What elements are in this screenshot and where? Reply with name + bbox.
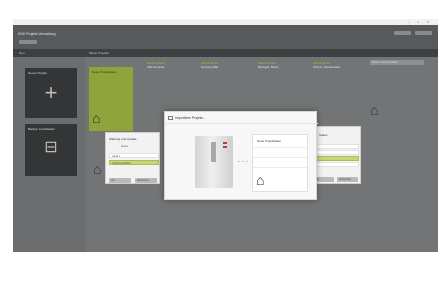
project-search-input[interactable]: Suchen nach Projekten xyxy=(370,60,424,65)
project-label: Bürogeb. Berlin xyxy=(258,65,279,69)
project-label: Neue Projektdatei xyxy=(92,70,116,74)
project-card-selected[interactable]: Neue Projektdatei ⌂ xyxy=(89,67,133,131)
maintenance-dialog: Wartung und Update Status Gerät 1 Gerät … xyxy=(105,132,160,184)
target-project-panel[interactable]: Neue Projektdatei ⌂ xyxy=(252,134,309,192)
section-new-label: Neu xyxy=(19,51,25,55)
list-item-selected[interactable] xyxy=(313,156,359,161)
list-item[interactable] xyxy=(313,150,359,155)
house-icon: ⌂ xyxy=(93,161,102,177)
maximize-icon[interactable]: □ xyxy=(417,20,419,24)
close-icon[interactable]: ✕ xyxy=(427,20,430,24)
project-card[interactable]: Aktuelle Version Bürogeb. Berlin xyxy=(258,62,302,96)
house-icon: ⌂ xyxy=(370,102,379,118)
dialog-title: Status xyxy=(319,133,328,137)
import-project-dialog: Importiere Projekt... · · · → Neue Proje… xyxy=(164,111,318,200)
house-icon: ⌂ xyxy=(92,110,101,126)
project-card[interactable]: Aktuelle Version Villa Zentrale xyxy=(147,62,191,96)
project-card[interactable]: Aktuelle Version Heizung Bäd xyxy=(201,62,245,96)
list-item[interactable]: Gerät 1 xyxy=(109,153,159,158)
list-item-selected[interactable]: Gerät auswählen xyxy=(109,160,159,165)
dialog-subtitle: Status xyxy=(121,145,129,148)
project-label: Heizung Bäd xyxy=(201,65,219,69)
section-bar: Neu Meine Projekte xyxy=(13,49,438,57)
tile-label: Neues Projekt xyxy=(28,71,47,75)
search-placeholder: Suchen nach Projekten xyxy=(372,61,398,64)
project-label: Wohnh. Musterstadt xyxy=(313,65,340,69)
dialog-title: Wartung und Update xyxy=(109,137,137,141)
list-item[interactable] xyxy=(313,162,359,167)
list-item[interactable] xyxy=(313,144,359,149)
ok-button[interactable]: OK xyxy=(109,178,131,183)
target-project-title: Neue Projektdatei xyxy=(257,139,281,143)
tile-label: Backup zurückladen xyxy=(28,127,56,131)
dialog-title: Importiere Projekt... xyxy=(175,116,206,120)
project-card[interactable]: Aktuelle Version Wohnh. Musterstadt xyxy=(313,62,357,96)
window-icon xyxy=(168,116,173,120)
cancel-button[interactable]: Abbrechen xyxy=(135,178,157,183)
header-button-1[interactable] xyxy=(394,31,411,35)
app-header: KNX Projekt-Verwaltung xyxy=(13,25,438,49)
minimize-icon[interactable]: – xyxy=(408,20,410,24)
backup-icon: ⊟ xyxy=(44,139,58,156)
app-title: KNX Projekt-Verwaltung xyxy=(18,32,56,36)
header-button-2[interactable] xyxy=(415,31,432,35)
app-window: – □ ✕ KNX Projekt-Verwaltung Neu Meine P… xyxy=(13,19,438,252)
plus-icon: + xyxy=(44,80,58,105)
section-projects-label: Meine Projekte xyxy=(89,51,110,55)
knx-device-image xyxy=(195,136,233,188)
header-left-button[interactable] xyxy=(19,40,37,44)
tile-restore-backup[interactable]: Backup zurückladen ⊟ xyxy=(25,124,77,176)
project-label: Villa Zentrale xyxy=(147,65,165,69)
tile-new-project[interactable]: Neues Projekt + xyxy=(25,68,77,118)
house-icon: ⌂ xyxy=(256,172,265,188)
cancel-button[interactable]: Abbrechen xyxy=(337,177,358,182)
